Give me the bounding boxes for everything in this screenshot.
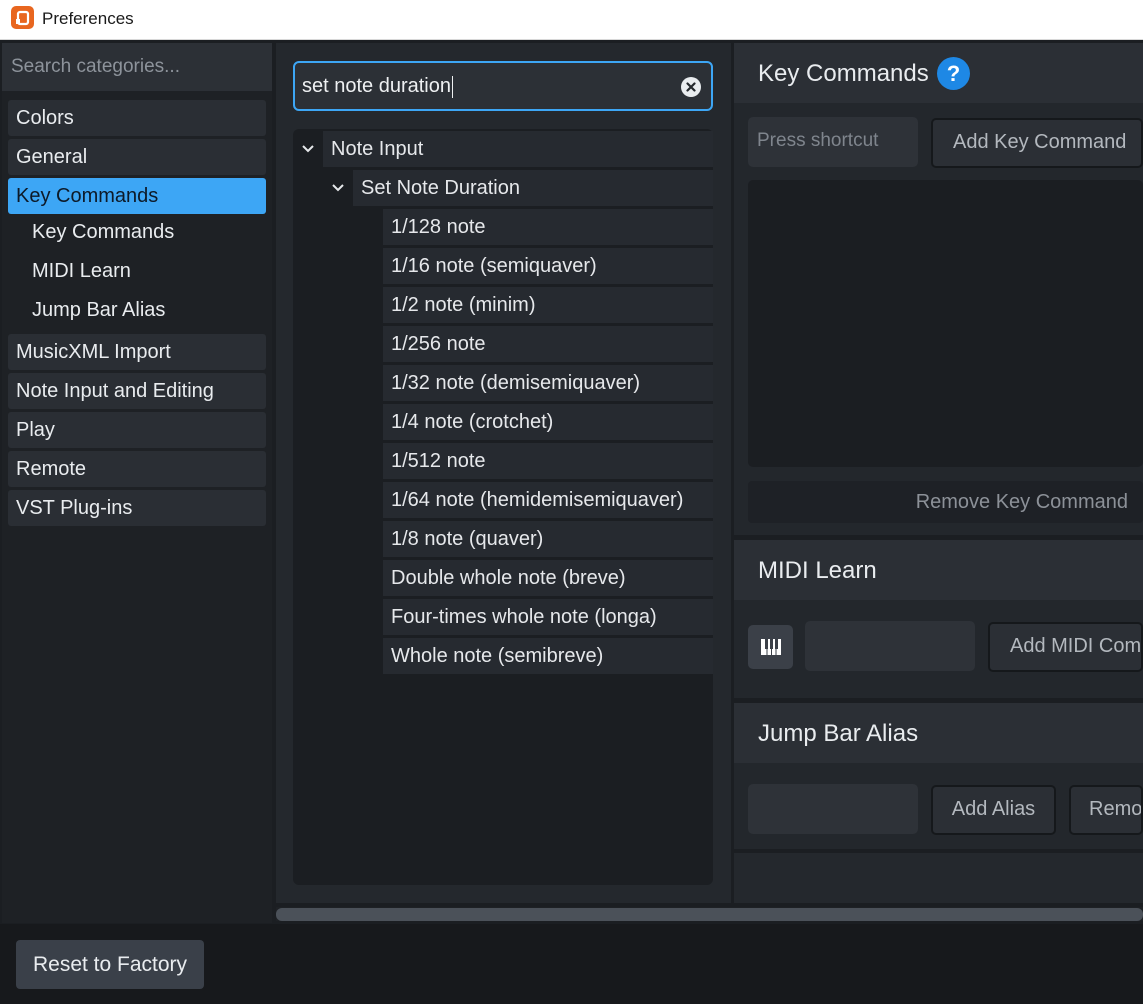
- alias-input[interactable]: [748, 784, 918, 834]
- key-command-list[interactable]: [748, 180, 1143, 467]
- tree-item[interactable]: Four-times whole note (longa): [383, 599, 713, 635]
- sidebar-subitem-jump-bar-alias[interactable]: Jump Bar Alias: [8, 292, 266, 331]
- jump-bar-alias-header: Jump Bar Alias: [734, 703, 1143, 763]
- tree-item[interactable]: Whole note (semibreve): [383, 638, 713, 674]
- command-search-input[interactable]: set note duration: [293, 61, 713, 111]
- sidebar-item-play[interactable]: Play: [8, 412, 266, 448]
- sidebar-item-musicxml-import[interactable]: MusicXML Import: [8, 334, 266, 370]
- tree-item[interactable]: 1/4 note (crotchet): [383, 404, 713, 440]
- command-search-value: set note duration: [302, 75, 453, 98]
- sidebar-item-general[interactable]: General: [8, 139, 266, 175]
- sidebar-item-key-commands[interactable]: Key Commands: [8, 178, 266, 214]
- piano-icon[interactable]: [748, 625, 793, 669]
- sidebar-item-vst-plugins[interactable]: VST Plug-ins: [8, 490, 266, 526]
- help-icon[interactable]: ?: [937, 57, 970, 90]
- sidebar-item-colors[interactable]: Colors: [8, 100, 266, 136]
- tree-item[interactable]: 1/8 note (quaver): [383, 521, 713, 557]
- midi-learn-header: MIDI Learn: [734, 540, 1143, 600]
- tree-group-note-input[interactable]: Note Input: [323, 131, 713, 167]
- midi-learn-title: MIDI Learn: [758, 557, 877, 584]
- tree-item[interactable]: 1/32 note (demisemiquaver): [383, 365, 713, 401]
- jump-bar-alias-title: Jump Bar Alias: [758, 720, 919, 747]
- remove-alias-button[interactable]: Remov: [1069, 785, 1143, 835]
- sidebar-subitem-midi-learn[interactable]: MIDI Learn: [8, 253, 266, 292]
- tree-subgroup-set-note-duration[interactable]: Set Note Duration: [353, 170, 713, 206]
- app-icon: [11, 6, 34, 29]
- clear-search-icon[interactable]: [681, 77, 701, 97]
- shortcut-input[interactable]: Press shortcut: [748, 117, 918, 167]
- window-title: Preferences: [42, 9, 134, 28]
- horizontal-scrollbar[interactable]: [276, 908, 1143, 921]
- tree-item[interactable]: 1/2 note (minim): [383, 287, 713, 323]
- category-search-input[interactable]: Search categories...: [2, 43, 272, 91]
- extra-section: [734, 853, 1143, 903]
- tree-item[interactable]: 1/128 note: [383, 209, 713, 245]
- sidebar-subitem-key-commands[interactable]: Key Commands: [8, 214, 266, 253]
- tree-item[interactable]: 1/16 note (semiquaver): [383, 248, 713, 284]
- sidebar-item-note-input[interactable]: Note Input and Editing: [8, 373, 266, 409]
- title-bar: Preferences: [0, 0, 1143, 40]
- tree-item[interactable]: 1/512 note: [383, 443, 713, 479]
- tree-item[interactable]: 1/64 note (hemidemisemiquaver): [383, 482, 713, 518]
- add-alias-button[interactable]: Add Alias: [931, 785, 1056, 835]
- add-key-command-button[interactable]: Add Key Command: [931, 118, 1143, 168]
- remove-key-command-button[interactable]: Remove Key Command: [748, 481, 1143, 523]
- reset-to-factory-button[interactable]: Reset to Factory: [16, 940, 204, 989]
- sidebar-item-remote[interactable]: Remote: [8, 451, 266, 487]
- chevron-down-icon[interactable]: [300, 141, 316, 157]
- add-midi-command-button[interactable]: Add MIDI Comm: [988, 622, 1143, 672]
- tree-item[interactable]: Double whole note (breve): [383, 560, 713, 596]
- tree-item[interactable]: 1/256 note: [383, 326, 713, 362]
- midi-input[interactable]: [805, 621, 975, 671]
- chevron-down-icon[interactable]: [330, 180, 346, 196]
- key-commands-title: Key Commands: [758, 60, 929, 87]
